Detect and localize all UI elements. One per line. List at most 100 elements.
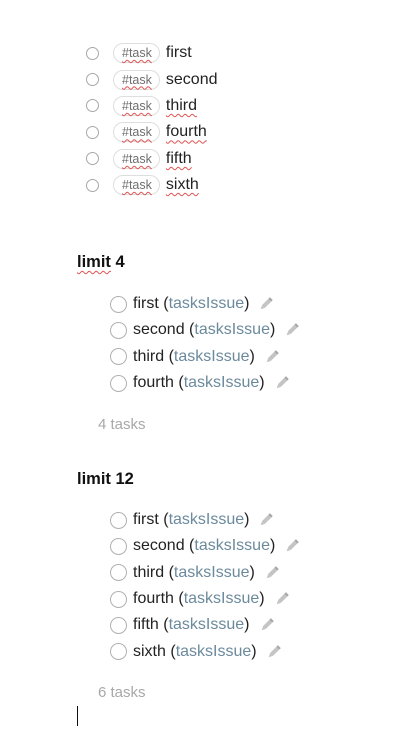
- task-tag[interactable]: #task: [113, 69, 160, 90]
- raw-task-item: #task fourth: [86, 119, 217, 145]
- paren-open: (: [173, 374, 184, 392]
- task-tag[interactable]: #task: [113, 148, 160, 169]
- task-tag-label: #task: [122, 72, 152, 87]
- result-checkbox[interactable]: [110, 643, 127, 661]
- paren-open: (: [184, 537, 195, 555]
- source-file-link[interactable]: tasksIssue: [194, 537, 270, 555]
- raw-task-text[interactable]: fourth: [166, 123, 207, 141]
- task-tag-label: #task: [122, 178, 152, 193]
- result-text: third: [133, 347, 165, 365]
- task-checkbox[interactable]: [86, 99, 99, 113]
- paren-open: (: [158, 295, 169, 313]
- pencil-icon[interactable]: [258, 616, 276, 634]
- raw-task-text[interactable]: second: [166, 71, 218, 89]
- source-file-link[interactable]: tasksIssue: [174, 348, 250, 366]
- paren-close: ): [244, 511, 250, 529]
- result-checkbox[interactable]: [110, 321, 127, 339]
- query-result-list: first (tasksIssue) second (tasksIssue) t…: [110, 507, 301, 665]
- task-checkbox[interactable]: [86, 73, 99, 87]
- task-tag[interactable]: #task: [113, 175, 160, 196]
- source-file-link[interactable]: tasksIssue: [176, 643, 252, 661]
- query-result-list: first (tasksIssue) second (tasksIssue) t…: [110, 291, 301, 396]
- pencil-icon[interactable]: [265, 643, 283, 661]
- pencil-icon[interactable]: [273, 590, 291, 608]
- task-tag[interactable]: #task: [113, 122, 160, 143]
- result-checkbox[interactable]: [110, 348, 127, 366]
- query-result-item: first (tasksIssue): [110, 291, 301, 317]
- paren-open: (: [158, 616, 169, 634]
- paren-open: (: [164, 347, 174, 365]
- paren-open: (: [165, 642, 176, 660]
- paren-close: ): [249, 563, 255, 581]
- result-checkbox[interactable]: [110, 374, 127, 392]
- result-checkbox[interactable]: [110, 616, 127, 634]
- heading-keyword: limit: [77, 253, 111, 271]
- pencil-icon[interactable]: [273, 374, 291, 392]
- raw-task-text[interactable]: fifth: [166, 150, 192, 168]
- task-count: 6 tasks: [98, 684, 146, 701]
- source-file-link[interactable]: tasksIssue: [169, 295, 245, 313]
- pencil-icon[interactable]: [263, 564, 281, 582]
- query-result-item: third (tasksIssue): [110, 344, 301, 370]
- source-file-link[interactable]: tasksIssue: [184, 374, 260, 392]
- query-result-item: fourth (tasksIssue): [110, 370, 301, 396]
- raw-task-item: #task fifth: [86, 146, 217, 172]
- query-result-item: second (tasksIssue): [110, 533, 301, 559]
- source-file-link[interactable]: tasksIssue: [169, 616, 245, 634]
- result-text: fourth: [133, 590, 174, 608]
- task-checkbox[interactable]: [86, 178, 99, 192]
- result-text: fourth: [133, 374, 174, 392]
- pencil-icon[interactable]: [257, 511, 275, 529]
- paren-close: ): [269, 537, 276, 555]
- raw-task-text[interactable]: third: [166, 97, 197, 115]
- task-tag-label: #task: [122, 98, 152, 113]
- result-text: fifth: [133, 616, 159, 634]
- paren-close: ): [259, 590, 265, 608]
- pencil-icon[interactable]: [283, 321, 301, 339]
- query-result-item: fourth (tasksIssue): [110, 586, 301, 612]
- result-text: first: [133, 295, 159, 313]
- paren-close: ): [259, 374, 265, 392]
- task-tag[interactable]: #task: [113, 95, 160, 116]
- query-result-item: sixth (tasksIssue): [110, 638, 301, 664]
- task-tag-label: #task: [122, 151, 152, 166]
- task-tag-label: #task: [122, 46, 152, 61]
- source-file-link[interactable]: tasksIssue: [194, 321, 270, 339]
- pencil-icon[interactable]: [283, 537, 301, 555]
- result-text: second: [133, 537, 185, 555]
- source-file-link[interactable]: tasksIssue: [184, 590, 260, 608]
- raw-task-item: #task third: [86, 93, 217, 119]
- result-checkbox[interactable]: [110, 295, 127, 313]
- raw-task-item: #task second: [86, 66, 217, 92]
- pencil-icon[interactable]: [263, 348, 281, 366]
- raw-task-list: #task first #task second #task third #ta…: [86, 40, 217, 198]
- result-text: sixth: [133, 642, 166, 660]
- result-checkbox[interactable]: [110, 537, 127, 555]
- pencil-icon[interactable]: [257, 295, 275, 313]
- heading-value: 4: [110, 253, 125, 271]
- section-heading-limit-12: limit 12: [77, 470, 134, 489]
- raw-task-item: #task first: [86, 40, 217, 66]
- task-tag-label: #task: [122, 125, 152, 140]
- query-result-item: third (tasksIssue): [110, 560, 301, 586]
- query-result-item: fifth (tasksIssue): [110, 612, 301, 638]
- task-tag[interactable]: #task: [113, 43, 160, 64]
- source-file-link[interactable]: tasksIssue: [169, 511, 245, 529]
- section-heading-limit-4: limit 4: [77, 253, 125, 272]
- query-result-item: second (tasksIssue): [110, 317, 301, 343]
- source-file-link[interactable]: tasksIssue: [174, 564, 250, 582]
- query-result-item: first (tasksIssue): [110, 507, 301, 533]
- result-checkbox[interactable]: [110, 564, 127, 582]
- result-checkbox[interactable]: [110, 511, 127, 529]
- heading-value: 12: [110, 470, 134, 488]
- paren-close: ): [244, 295, 250, 313]
- task-checkbox[interactable]: [86, 125, 99, 139]
- raw-task-text[interactable]: sixth: [166, 176, 199, 194]
- task-checkbox[interactable]: [86, 46, 99, 60]
- paren-open: (: [158, 511, 169, 529]
- raw-task-text[interactable]: first: [166, 44, 192, 62]
- result-checkbox[interactable]: [110, 590, 127, 608]
- result-text: first: [133, 511, 159, 529]
- task-checkbox[interactable]: [86, 152, 99, 166]
- result-text: third: [133, 563, 165, 581]
